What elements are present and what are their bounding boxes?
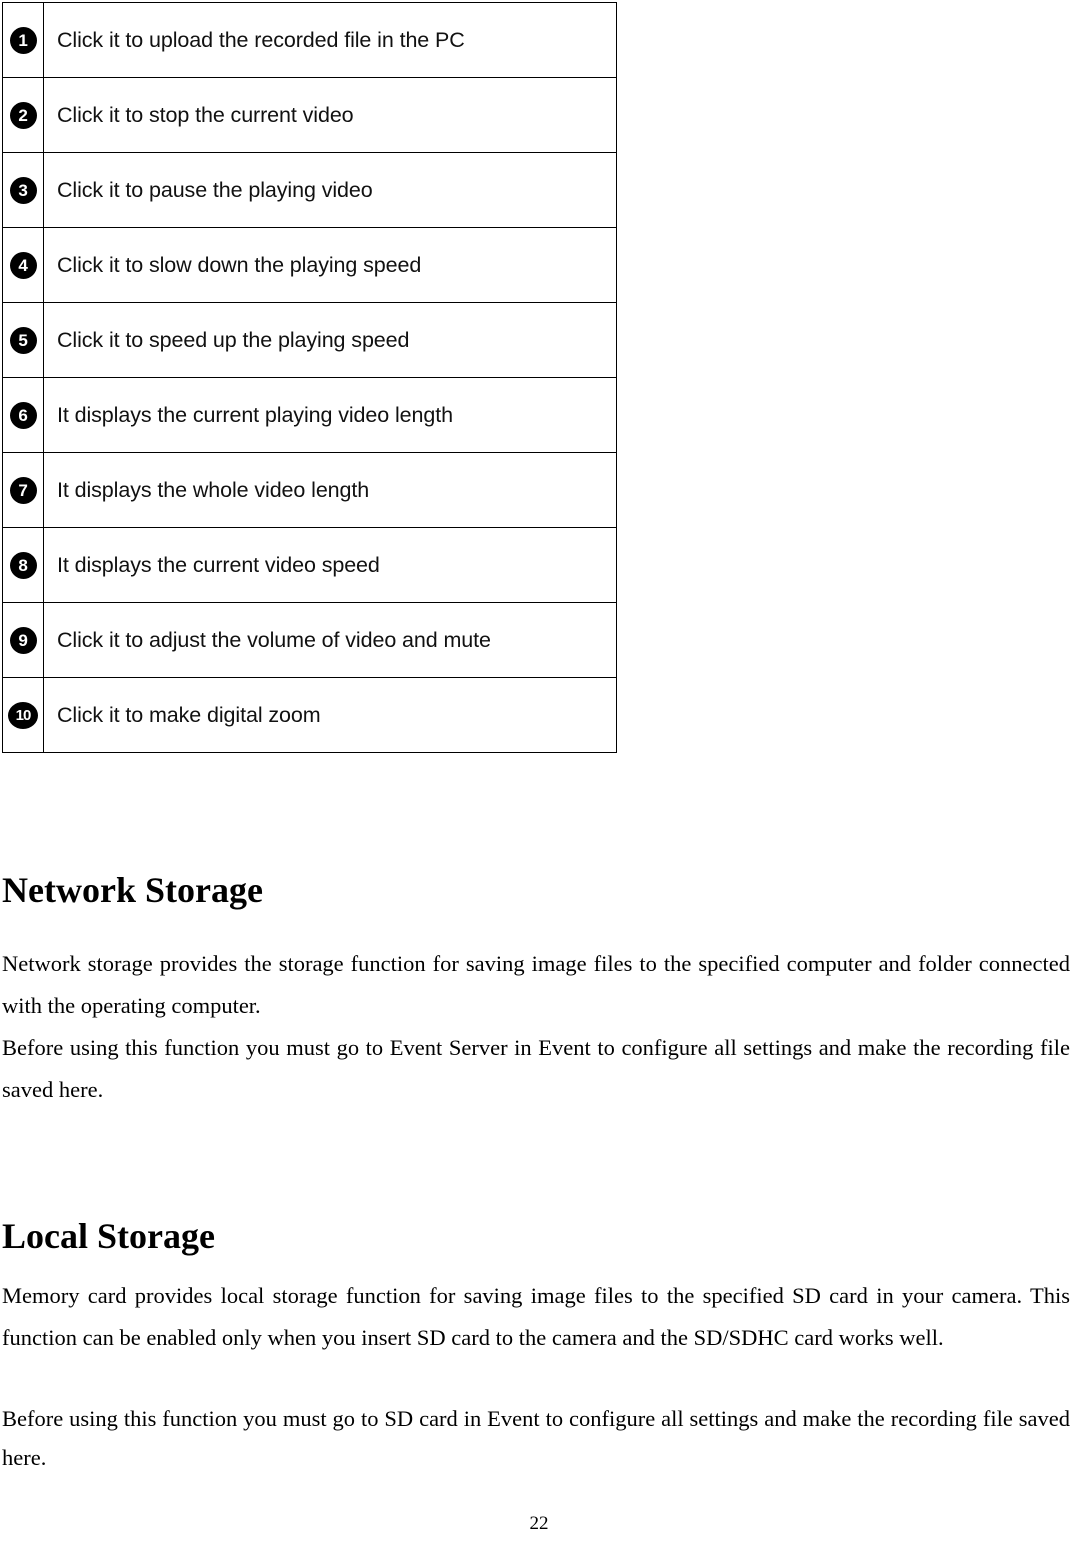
section-paragraph-network-1: Network storage provides the storage fun…	[2, 950, 1070, 1018]
table-row: 8 It displays the current video speed	[2, 527, 617, 603]
legend-description-cell: It displays the current playing video le…	[43, 377, 617, 453]
document-page: 1 Click it to upload the recorded file i…	[0, 0, 1078, 1561]
legend-marker-cell: 10	[2, 677, 44, 753]
control-legend-table: 1 Click it to upload the recorded file i…	[2, 2, 617, 753]
table-row: 1 Click it to upload the recorded file i…	[2, 2, 617, 78]
legend-description-cell: Click it to make digital zoom	[43, 677, 617, 753]
section-heading-network-storage: Network Storage	[2, 870, 263, 911]
table-row: 10 Click it to make digital zoom	[2, 677, 617, 753]
legend-marker-cell: 7	[2, 452, 44, 528]
table-row: 2 Click it to stop the current video	[2, 77, 617, 153]
legend-description-cell: Click it to adjust the volume of video a…	[43, 602, 617, 678]
numbered-badge-7: 7	[9, 476, 37, 504]
numbered-badge-9: 9	[9, 626, 37, 654]
numbered-badge-10: 10	[8, 701, 38, 729]
section-paragraph-local-2: Before using this function you must go t…	[2, 1405, 1070, 1470]
legend-marker-cell: 9	[2, 602, 44, 678]
numbered-badge-1: 1	[9, 26, 37, 54]
section-paragraph-network-2: Before using this function you must go t…	[2, 1034, 1070, 1102]
legend-description-cell: Click it to speed up the playing speed	[43, 302, 617, 378]
section-paragraph-local-1: Memory card provides local storage funct…	[2, 1282, 1070, 1350]
legend-description-cell: Click it to slow down the playing speed	[43, 227, 617, 303]
table-row: 7 It displays the whole video length	[2, 452, 617, 528]
numbered-badge-3: 3	[9, 176, 37, 204]
table-row: 6 It displays the current playing video …	[2, 377, 617, 453]
numbered-badge-4: 4	[9, 251, 37, 279]
table-row: 9 Click it to adjust the volume of video…	[2, 602, 617, 678]
legend-description-cell: Click it to stop the current video	[43, 77, 617, 153]
legend-description-cell: Click it to pause the playing video	[43, 152, 617, 228]
numbered-badge-5: 5	[9, 326, 37, 354]
legend-description-cell: Click it to upload the recorded file in …	[43, 2, 617, 78]
numbered-badge-6: 6	[9, 401, 37, 429]
legend-marker-cell: 3	[2, 152, 44, 228]
legend-marker-cell: 2	[2, 77, 44, 153]
legend-marker-cell: 1	[2, 2, 44, 78]
legend-marker-cell: 5	[2, 302, 44, 378]
section-heading-local-storage: Local Storage	[2, 1216, 215, 1257]
legend-description-cell: It displays the current video speed	[43, 527, 617, 603]
numbered-badge-8: 8	[9, 551, 37, 579]
table-row: 5 Click it to speed up the playing speed	[2, 302, 617, 378]
legend-description-cell: It displays the whole video length	[43, 452, 617, 528]
numbered-badge-2: 2	[9, 101, 37, 129]
legend-marker-cell: 8	[2, 527, 44, 603]
table-row: 3 Click it to pause the playing video	[2, 152, 617, 228]
page-number: 22	[529, 1513, 549, 1534]
table-row: 4 Click it to slow down the playing spee…	[2, 227, 617, 303]
legend-marker-cell: 4	[2, 227, 44, 303]
legend-table-body: 1 Click it to upload the recorded file i…	[2, 2, 617, 753]
legend-marker-cell: 6	[2, 377, 44, 453]
